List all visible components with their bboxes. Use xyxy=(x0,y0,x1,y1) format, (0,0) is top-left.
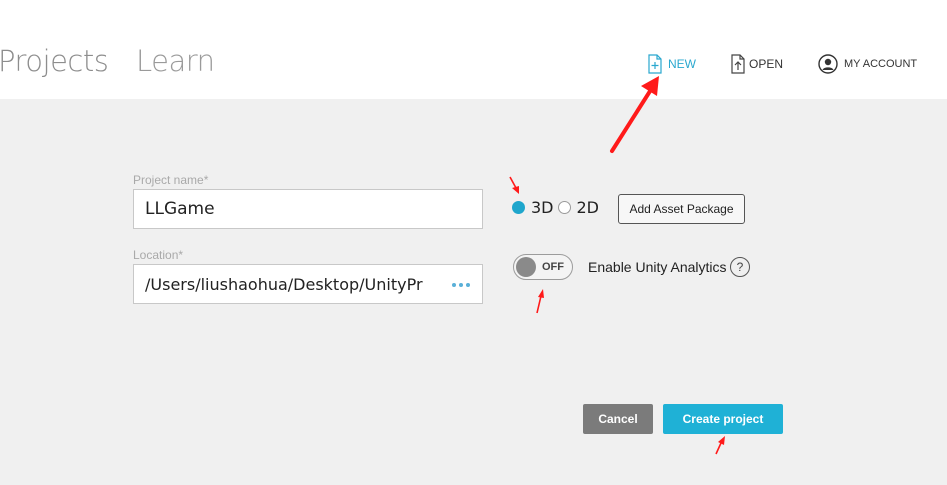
add-asset-package-button[interactable]: Add Asset Package xyxy=(618,194,745,224)
location-value: /Users/liushaohua/Desktop/UnityProg xyxy=(145,274,423,294)
tab-projects[interactable]: Projects xyxy=(0,44,109,78)
location-label: Location* xyxy=(133,248,184,262)
top-bar: Projects Learn NEW OPEN MY ACCOUNT xyxy=(0,0,947,99)
analytics-toggle[interactable]: OFF xyxy=(513,254,573,280)
account-label: MY ACCOUNT xyxy=(844,58,918,70)
open-file-icon xyxy=(731,54,745,74)
annotation-arrow-create xyxy=(715,436,725,455)
more-dots-icon[interactable] xyxy=(452,283,470,287)
radio-2d-label[interactable]: 2D xyxy=(577,198,600,217)
project-name-value: LLGame xyxy=(145,199,215,219)
help-icon[interactable]: ? xyxy=(730,257,750,277)
new-label: NEW xyxy=(668,57,696,71)
create-project-button[interactable]: Create project xyxy=(663,404,783,434)
radio-2d[interactable] xyxy=(557,201,571,214)
new-project-button[interactable]: NEW xyxy=(648,48,696,80)
project-name-input[interactable]: LLGame xyxy=(133,189,483,229)
analytics-label: Enable Unity Analytics xyxy=(588,259,727,275)
toggle-state: OFF xyxy=(542,261,564,273)
new-file-icon xyxy=(648,54,662,74)
my-account-button[interactable]: MY ACCOUNT xyxy=(818,48,917,80)
location-input[interactable]: /Users/liushaohua/Desktop/UnityProg xyxy=(133,264,483,304)
annotation-arrow-3d xyxy=(509,176,519,194)
open-label: OPEN xyxy=(749,57,784,71)
tab-learn[interactable]: Learn xyxy=(136,44,215,78)
account-icon xyxy=(818,54,838,74)
cancel-button[interactable]: Cancel xyxy=(583,404,653,434)
radio-3d-label[interactable]: 3D xyxy=(531,198,554,217)
annotation-arrow-toggle xyxy=(536,289,544,314)
radio-3d[interactable] xyxy=(512,201,525,214)
mode-radio-group: 3D 2D xyxy=(512,198,603,217)
open-project-button[interactable]: OPEN xyxy=(731,48,783,80)
toggle-knob xyxy=(516,257,536,277)
project-name-label: Project name* xyxy=(133,173,209,187)
